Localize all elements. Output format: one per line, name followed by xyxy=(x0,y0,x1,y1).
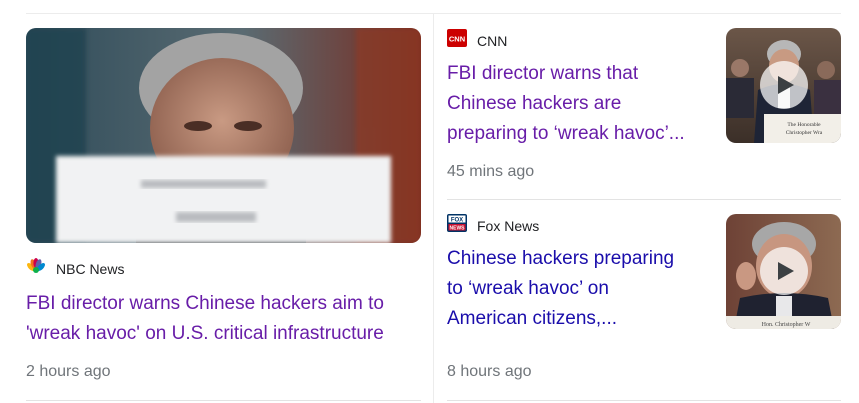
story-divider xyxy=(447,199,841,200)
source-name: NBC News xyxy=(56,260,125,277)
headline-line: Chinese hackers preparing xyxy=(447,248,675,269)
nbc-peacock-icon xyxy=(26,258,46,279)
video-thumbnail[interactable]: Hon. Christopher W xyxy=(726,214,841,329)
headline-line: FBI director warns Chinese hackers aim t… xyxy=(26,293,384,314)
story-timestamp: 45 mins ago xyxy=(447,163,535,180)
cnn-logo-icon: CNN xyxy=(447,29,467,52)
headline-line: preparing to ‘wreak havoc’... xyxy=(447,123,685,144)
play-icon xyxy=(778,262,794,280)
headline-line: American citizens,... xyxy=(447,308,617,329)
headline-line: 'wreak havoc' on U.S. critical infrastru… xyxy=(26,323,384,344)
play-icon xyxy=(778,76,794,94)
svg-text:Hon. Christopher W: Hon. Christopher W xyxy=(762,322,811,328)
fbi-director-photo xyxy=(26,28,421,243)
source-name: Fox News xyxy=(477,217,540,234)
source-row: CNN CNN xyxy=(447,29,507,52)
headline-line: Chinese hackers are xyxy=(447,93,622,114)
story-timestamp: 2 hours ago xyxy=(26,363,111,380)
svg-text:Christopher Wra: Christopher Wra xyxy=(786,130,823,136)
story-headline-link[interactable]: FBI director warns that Chinese hackers … xyxy=(447,59,685,149)
svg-text:NEWS: NEWS xyxy=(450,225,466,231)
source-row: NBC News xyxy=(26,258,124,279)
fox-news-logo-icon: FOX NEWS xyxy=(447,214,467,237)
bottom-divider-left xyxy=(26,400,421,401)
bottom-divider-right xyxy=(447,400,841,401)
headline-line: FBI director warns that xyxy=(447,63,639,84)
video-thumbnail[interactable]: The Honorable Christopher Wra xyxy=(726,28,841,143)
story-headline-link[interactable]: Chinese hackers preparing to ‘wreak havo… xyxy=(447,244,674,334)
story-timestamp: 8 hours ago xyxy=(447,363,532,380)
svg-text:FOX: FOX xyxy=(451,218,463,224)
headline-line: to ‘wreak havoc’ on xyxy=(447,278,609,299)
play-button[interactable] xyxy=(760,61,808,109)
svg-text:CNN: CNN xyxy=(449,35,465,44)
play-button[interactable] xyxy=(760,247,808,295)
svg-text:The Honorable: The Honorable xyxy=(787,122,821,128)
story-thumbnail[interactable] xyxy=(26,28,421,243)
story-headline-link[interactable]: FBI director warns Chinese hackers aim t… xyxy=(26,289,384,349)
source-row: FOX NEWS Fox News xyxy=(447,214,539,237)
column-divider xyxy=(433,14,434,403)
source-name: CNN xyxy=(477,32,508,49)
